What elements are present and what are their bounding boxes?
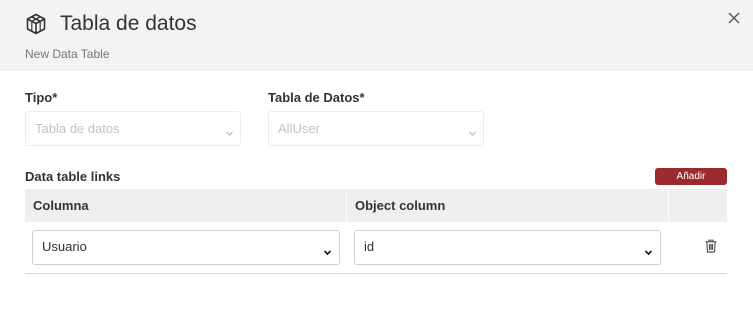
trash-icon[interactable] (705, 239, 717, 253)
object-column-select-value: id (364, 239, 375, 254)
page-subtitle: New Data Table (25, 47, 110, 61)
tipo-select[interactable]: Tabla de datos (25, 111, 241, 146)
links-section-label: Data table links (25, 169, 121, 184)
object-column-select[interactable]: id (354, 230, 661, 265)
tabla-label: Tabla de Datos* (268, 90, 365, 105)
chevron-down-icon (468, 125, 477, 136)
tabla-select[interactable]: AllUser (268, 111, 484, 146)
cube-icon (26, 13, 46, 35)
columna-select[interactable]: Usuario (32, 230, 340, 265)
chevron-down-icon (323, 244, 332, 256)
close-icon[interactable] (726, 10, 742, 26)
column-header-columna: Columna (33, 198, 89, 213)
tipo-select-value: Tabla de datos (35, 121, 120, 136)
links-table-header: Columna Object column (25, 189, 727, 222)
chevron-down-icon (644, 244, 653, 256)
chevron-down-icon (225, 125, 234, 136)
column-header-object-column: Object column (355, 198, 446, 213)
row-divider (25, 273, 727, 274)
tipo-label: Tipo* (25, 90, 58, 105)
tabla-select-value: AllUser (278, 121, 320, 136)
page-title: Tabla de datos (60, 12, 197, 35)
modal-header: Tabla de datos New Data Table (0, 0, 753, 71)
add-link-button[interactable]: Añadir (655, 168, 727, 185)
columna-select-value: Usuario (42, 239, 87, 254)
column-divider (668, 189, 669, 222)
